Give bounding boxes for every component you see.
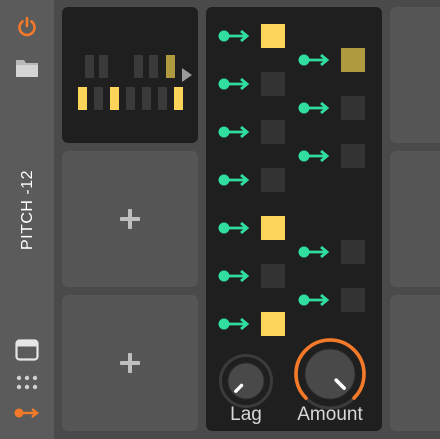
step-link-icon[interactable] — [218, 264, 252, 288]
empty-slot[interactable] — [390, 7, 440, 143]
pattern-segment — [85, 55, 94, 78]
step-row — [218, 24, 288, 48]
step-modulator-panel: Lag Amount — [206, 7, 382, 431]
step-row — [218, 216, 288, 240]
device-sidebar: PITCH -12 — [0, 0, 54, 439]
pattern-segment-active — [110, 87, 119, 110]
step-cell-off[interactable] — [341, 144, 365, 168]
empty-slot[interactable] — [390, 295, 440, 431]
step-cell-off[interactable] — [341, 288, 365, 312]
pattern-segment — [94, 87, 103, 110]
step-link-icon[interactable] — [298, 288, 332, 312]
grid-dots-icon[interactable] — [16, 375, 38, 391]
step-cell-off[interactable] — [261, 168, 285, 192]
pattern-segment — [149, 55, 158, 78]
lag-label: Lag — [230, 404, 262, 425]
step-cell-on[interactable] — [261, 216, 285, 240]
step-link-icon[interactable] — [298, 96, 332, 120]
step-row — [218, 168, 288, 192]
modulator-arrow-icon[interactable] — [14, 406, 40, 420]
step-cell-off[interactable] — [261, 72, 285, 96]
step-link-icon[interactable] — [218, 120, 252, 144]
pattern-segment-active — [78, 87, 87, 110]
pattern-segment-active — [166, 55, 175, 78]
pattern-segment — [126, 87, 135, 110]
step-link-icon[interactable] — [218, 24, 252, 48]
step-link-icon[interactable] — [298, 240, 332, 264]
amount-label: Amount — [297, 404, 363, 425]
empty-slot[interactable] — [390, 151, 440, 287]
pattern-segment-active — [174, 87, 183, 110]
play-arrow-icon[interactable] — [181, 67, 193, 83]
step-row — [218, 120, 288, 144]
step-cell-on[interactable] — [261, 24, 285, 48]
clip-slot-active[interactable] — [62, 7, 198, 143]
step-cell-off[interactable] — [261, 264, 285, 288]
power-icon[interactable] — [15, 15, 39, 39]
amount-knob[interactable] — [292, 336, 368, 412]
add-icon — [118, 207, 142, 231]
step-row — [218, 72, 288, 96]
step-cell-off[interactable] — [341, 240, 365, 264]
step-row — [218, 312, 288, 336]
pattern-segment — [134, 55, 143, 78]
step-link-icon[interactable] — [218, 216, 252, 240]
pattern-segment — [142, 87, 151, 110]
pattern-segment — [158, 87, 167, 110]
step-cell-off[interactable] — [341, 96, 365, 120]
step-link-icon[interactable] — [218, 312, 252, 336]
step-row — [298, 240, 368, 264]
step-cell-off[interactable] — [261, 120, 285, 144]
step-link-icon[interactable] — [298, 144, 332, 168]
step-row — [298, 288, 368, 312]
window-icon[interactable] — [15, 339, 39, 361]
folder-icon[interactable] — [15, 58, 39, 78]
pattern-segment — [99, 55, 108, 78]
empty-slot[interactable] — [62, 295, 198, 431]
step-row — [298, 144, 368, 168]
device-name-label: PITCH -12 — [19, 169, 36, 251]
step-row — [218, 264, 288, 288]
lag-knob[interactable] — [218, 353, 274, 409]
empty-slot[interactable] — [62, 151, 198, 287]
step-row — [298, 48, 368, 72]
step-link-icon[interactable] — [218, 168, 252, 192]
step-cell-on[interactable] — [341, 48, 365, 72]
step-link-icon[interactable] — [298, 48, 332, 72]
step-link-icon[interactable] — [218, 72, 252, 96]
add-icon — [118, 351, 142, 375]
step-row — [298, 96, 368, 120]
step-cell-on[interactable] — [261, 312, 285, 336]
